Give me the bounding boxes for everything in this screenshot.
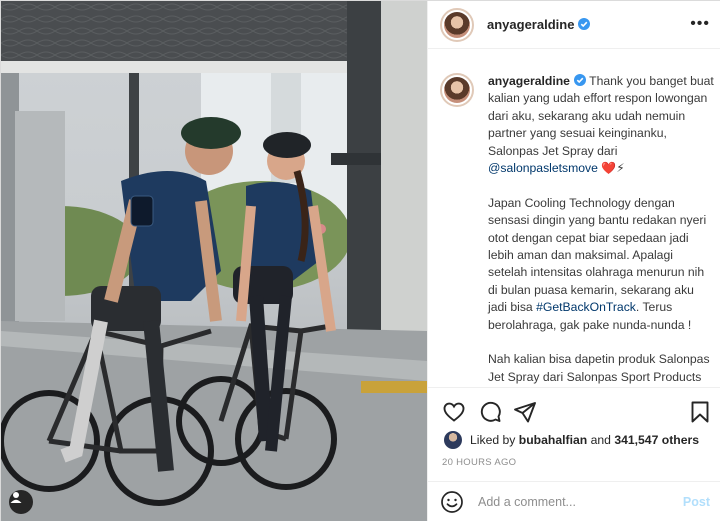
heart-icon[interactable] [442,400,466,424]
caption-paragraph-2: Japan Cooling Technology dengan sensasi … [488,195,707,332]
post-header: anyageraldine ••• [428,1,720,49]
post-sidebar: anyageraldine ••• anyageraldine Thank yo… [427,1,720,521]
author-username[interactable]: anyageraldine [487,17,591,32]
liker-username[interactable]: bubahalfian [519,433,587,447]
verified-badge-icon [573,74,586,86]
comment-icon[interactable] [478,400,502,424]
bookmark-icon[interactable] [688,400,712,424]
post-timestamp[interactable]: 20 HOURS AGO [442,457,516,468]
caption-scroll-area[interactable]: anyageraldine Thank you banget buat kali… [428,61,720,387]
caption-username[interactable]: anyageraldine [488,74,570,88]
post-photo[interactable] [1,1,427,521]
heart-lightning-emoji: ❤️⚡ [601,161,625,176]
mention-link[interactable]: @salonpasletsmove [488,161,598,175]
smiley-icon[interactable] [440,490,464,514]
likes-summary: Liked by bubahalfian and 341,547 others [444,431,699,449]
comment-input[interactable] [478,495,668,509]
tagged-user-icon[interactable] [9,490,33,514]
likes-count-link[interactable]: 341,547 others [614,433,699,447]
post-dialog: anyageraldine ••• anyageraldine Thank yo… [0,0,720,521]
share-icon[interactable] [513,400,537,424]
user-tag-icon [10,492,22,503]
caption-paragraph-3: Nah kalian bisa dapetin produk Salonpas … [488,352,710,384]
action-bar [428,387,720,433]
liker-avatar[interactable] [444,431,462,449]
hashtag-link[interactable]: #GetBackOnTrack [536,300,636,314]
caption-avatar[interactable] [440,73,474,107]
comment-bar: Post [428,481,720,521]
cyclists-photo-illustration [1,1,427,521]
more-options-icon[interactable]: ••• [690,15,710,33]
caption-paragraph-1: anyageraldine Thank you banget buat kali… [488,74,714,176]
post-comment-button[interactable]: Post [683,495,710,509]
author-avatar[interactable] [440,7,474,42]
caption-text: anyageraldine Thank you banget buat kali… [488,73,714,387]
verified-badge-icon [578,18,591,30]
